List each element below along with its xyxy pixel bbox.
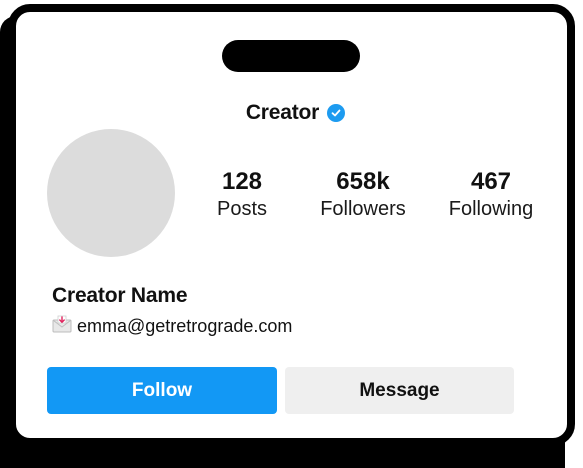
email-row: emma@getretrograde.com	[52, 315, 292, 338]
stat-value: 658k	[336, 168, 390, 195]
email-link[interactable]: emma@getretrograde.com	[77, 316, 292, 337]
avatar[interactable]	[47, 129, 175, 257]
envelope-icon	[52, 315, 72, 338]
stat-followers[interactable]: 658k Followers	[293, 168, 433, 222]
follow-button[interactable]: Follow	[47, 367, 277, 414]
stat-following[interactable]: 467 Following	[421, 168, 561, 222]
stat-posts[interactable]: 128 Posts	[172, 168, 312, 222]
phone-notch	[222, 40, 360, 72]
stat-value: 467	[470, 168, 512, 195]
stat-label: Following	[448, 198, 534, 220]
message-button[interactable]: Message	[285, 367, 514, 414]
profile-header: Creator	[4, 98, 583, 128]
stat-value: 128	[221, 168, 263, 195]
phone-mockup: Creator 128 Posts 658k Followers 467 Fol…	[0, 0, 583, 468]
stat-label: Posts	[216, 198, 268, 220]
display-name: Creator Name	[52, 284, 188, 307]
verified-badge-icon	[327, 104, 346, 122]
stat-label: Followers	[320, 198, 406, 220]
username: Creator	[245, 101, 320, 124]
